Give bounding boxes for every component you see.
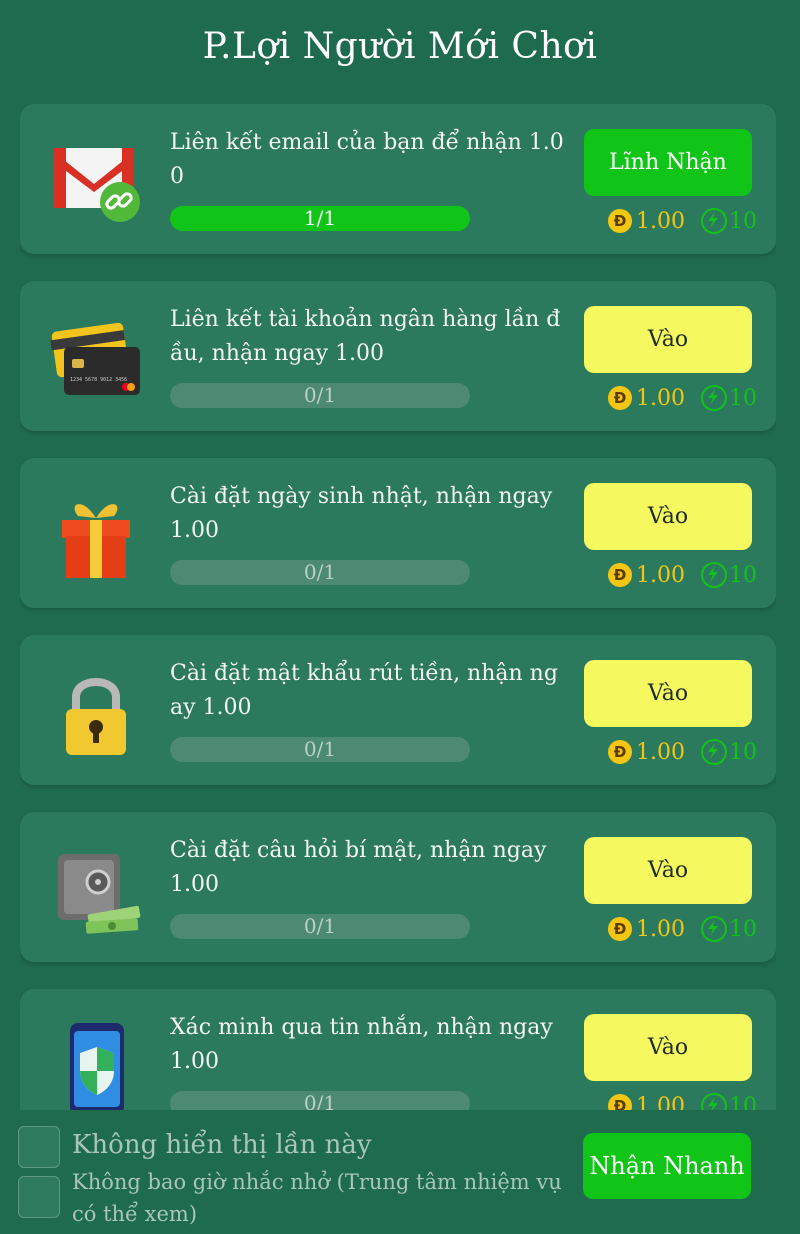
energy-reward: 10 [728, 385, 757, 411]
go-button[interactable]: Vào [584, 483, 752, 550]
task-progress-bar: 0/1 [170, 737, 470, 762]
coin-reward: 1.00 [636, 916, 685, 942]
task-card: Cài đặt ngày sinh nhật, nhận ngay 1.00 0… [20, 458, 776, 608]
progress-text: 0/1 [303, 383, 337, 407]
coin-reward: 1.00 [636, 562, 685, 588]
task-rewards: Đ 1.00 10 [608, 1091, 757, 1110]
go-button[interactable]: Vào [584, 1014, 752, 1081]
padlock-icon [48, 667, 144, 763]
energy-reward: 10 [728, 208, 757, 234]
footer-bar: Không hiển thị lần này Không bao giờ nhắ… [0, 1110, 800, 1234]
coin-icon: Đ [608, 563, 632, 587]
coin-reward: 1.00 [636, 1093, 685, 1111]
task-progress-bar: 0/1 [170, 914, 470, 939]
progress-text: 0/1 [303, 737, 337, 761]
go-button[interactable]: Vào [584, 306, 752, 373]
energy-icon [700, 916, 727, 942]
task-rewards: Đ 1.00 10 [608, 914, 757, 944]
never-remind-label: Không bao giờ nhắc nhở (Trung tâm nhiệm … [72, 1170, 562, 1226]
dont-show-checkbox[interactable] [18, 1126, 60, 1168]
claim-button[interactable]: Lĩnh Nhận [584, 129, 752, 196]
task-description: Cài đặt ngày sinh nhật, nhận ngay 1.00 [170, 484, 553, 543]
progress-text: 1/1 [303, 206, 337, 230]
task-rewards: Đ 1.00 10 [608, 737, 757, 767]
task-card: 1234 5678 9012 3456 Liên kết tài khoản n… [20, 281, 776, 431]
safe-money-icon [48, 844, 144, 940]
coin-icon: Đ [608, 917, 632, 941]
task-description: Cài đặt câu hỏi bí mật, nhận ngay 1.00 [170, 838, 547, 897]
task-progress-bar: 0/1 [170, 1091, 470, 1110]
task-description: Liên kết email của bạn để nhận 1.00 [170, 130, 564, 189]
go-button[interactable]: Vào [584, 660, 752, 727]
task-card: Xác minh qua tin nhắn, nhận ngay 1.00 0/… [20, 989, 776, 1110]
energy-icon [700, 562, 727, 588]
task-rewards: Đ 1.00 10 [608, 206, 757, 236]
task-rewards: Đ 1.00 10 [608, 560, 757, 590]
progress-text: 0/1 [303, 914, 337, 938]
bank-card-icon: 1234 5678 9012 3456 [48, 313, 144, 409]
energy-icon [700, 739, 727, 765]
page-title: P.Lợi Người Mới Chơi [202, 26, 598, 67]
energy-reward: 10 [728, 562, 757, 588]
coin-icon: Đ [608, 386, 632, 410]
dont-show-label: Không hiển thị lần này [72, 1130, 372, 1160]
phone-shield-icon [48, 1021, 144, 1110]
energy-icon [700, 1093, 727, 1110]
task-description: Cài đặt mật khẩu rút tiền, nhận ngay 1.0… [170, 661, 558, 720]
energy-reward: 10 [728, 739, 757, 765]
svg-text:1234 5678 9012 3456: 1234 5678 9012 3456 [70, 377, 127, 383]
task-rewards: Đ 1.00 10 [608, 383, 757, 413]
task-progress-bar: 1/1 [170, 206, 470, 231]
task-card: Cài đặt mật khẩu rút tiền, nhận ngay 1.0… [20, 635, 776, 785]
quick-claim-button[interactable]: Nhận Nhanh [583, 1133, 751, 1199]
task-card: Cài đặt câu hỏi bí mật, nhận ngay 1.00 0… [20, 812, 776, 962]
coin-icon: Đ [608, 209, 632, 233]
coin-reward: 1.00 [636, 208, 685, 234]
progress-text: 0/1 [303, 560, 337, 584]
coin-reward: 1.00 [636, 385, 685, 411]
never-remind-checkbox[interactable] [18, 1176, 60, 1218]
coin-reward: 1.00 [636, 739, 685, 765]
energy-reward: 10 [728, 1093, 757, 1111]
energy-reward: 10 [728, 916, 757, 942]
progress-text: 0/1 [303, 1091, 337, 1110]
gmail-link-icon [48, 136, 144, 232]
energy-icon [700, 385, 727, 411]
coin-icon: Đ [608, 1094, 632, 1110]
task-progress-bar: 0/1 [170, 383, 470, 408]
gift-box-icon [48, 490, 144, 586]
task-description: Liên kết tài khoản ngân hàng lần đầu, nh… [170, 307, 561, 366]
task-card: Liên kết email của bạn để nhận 1.00 1/1 … [20, 104, 776, 254]
task-list: Liên kết email của bạn để nhận 1.00 1/1 … [20, 104, 776, 1110]
energy-icon [700, 208, 727, 234]
task-progress-bar: 0/1 [170, 560, 470, 585]
task-description: Xác minh qua tin nhắn, nhận ngay 1.00 [170, 1015, 553, 1074]
coin-icon: Đ [608, 740, 632, 764]
go-button[interactable]: Vào [584, 837, 752, 904]
